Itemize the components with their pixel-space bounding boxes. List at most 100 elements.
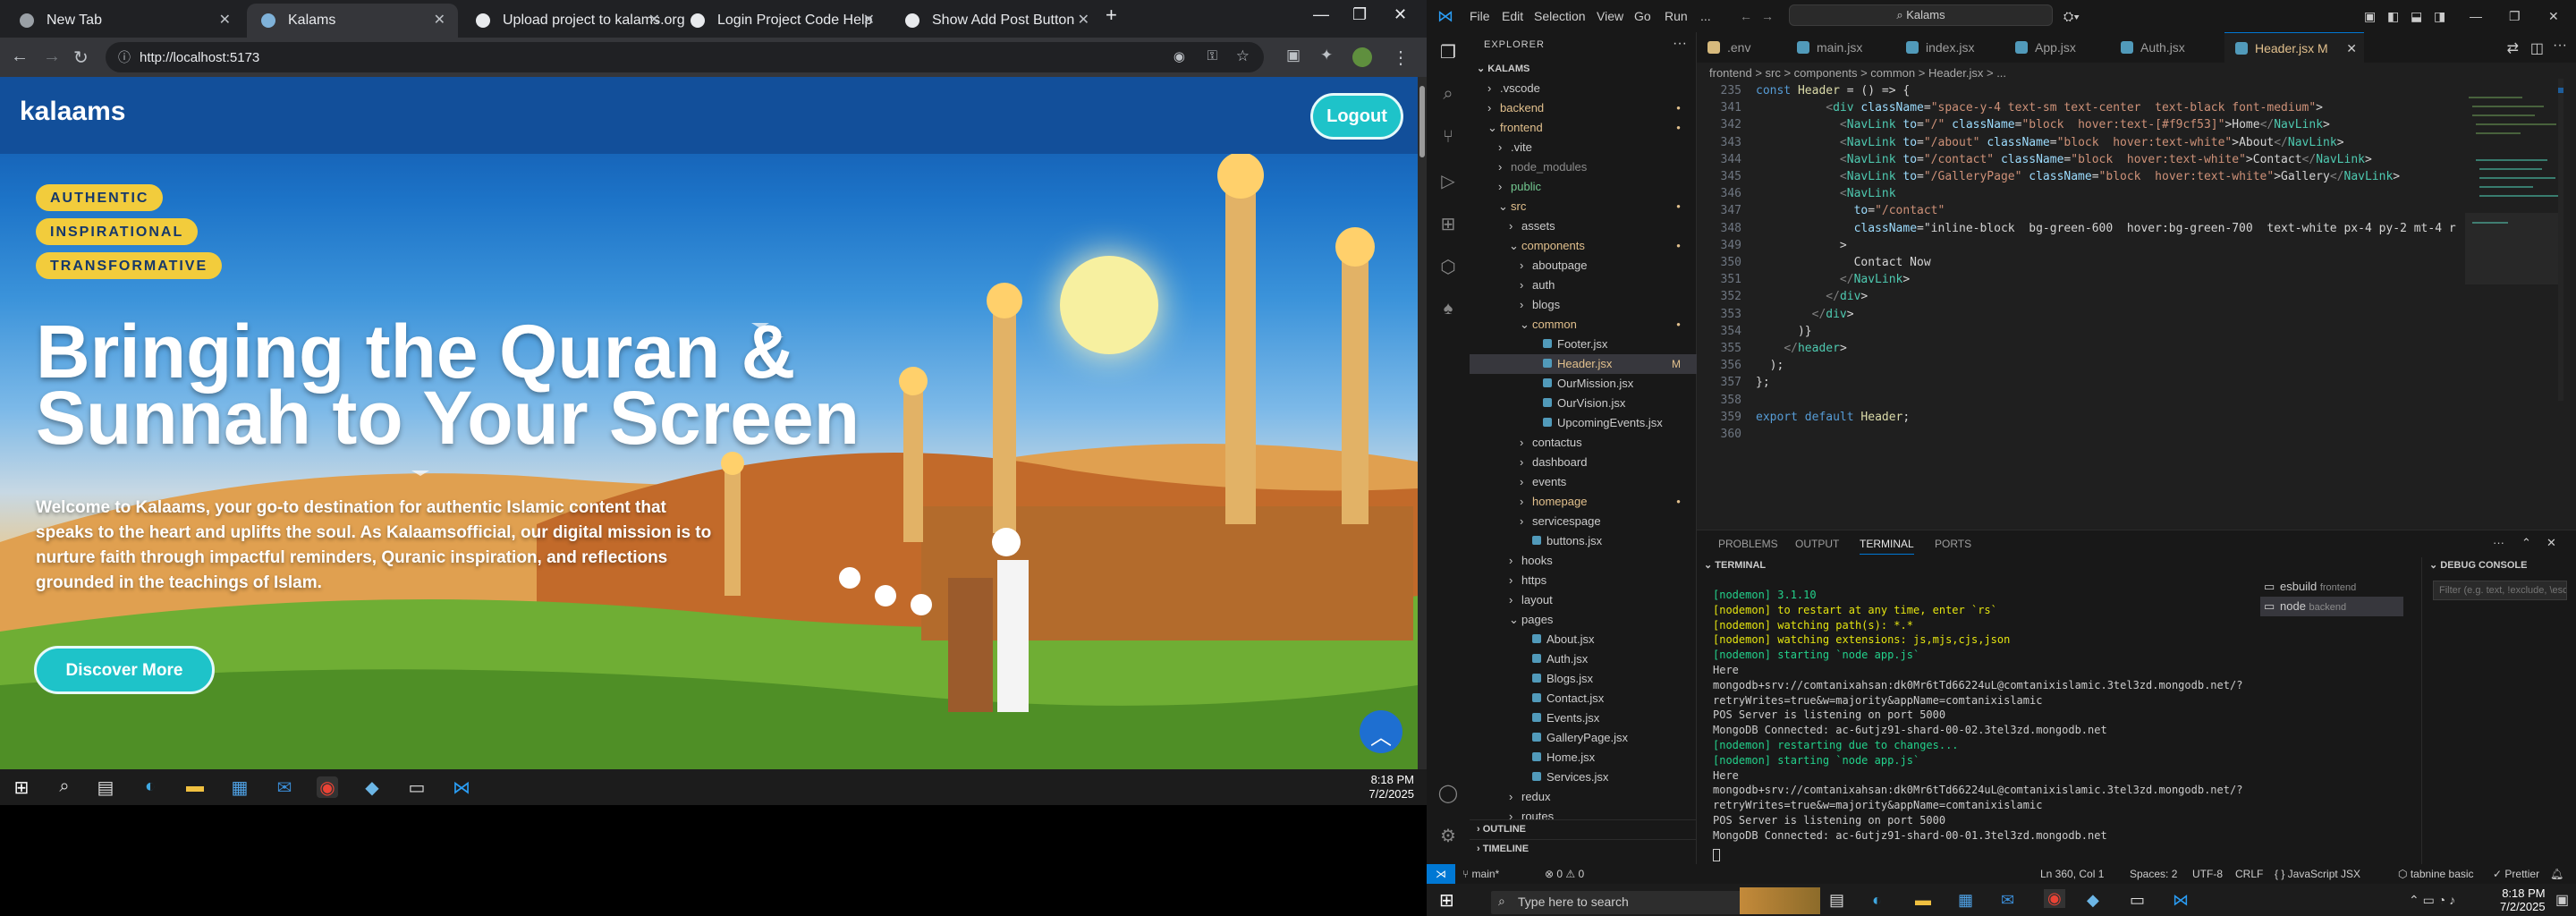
menu-edit[interactable]: Edit	[1502, 9, 1523, 23]
encoding[interactable]: UTF-8	[2192, 864, 2223, 884]
layout-icon[interactable]: ▣	[2364, 9, 2376, 24]
cursor-position[interactable]: Ln 360, Col 1	[2040, 864, 2104, 884]
file-explorer-icon[interactable]: ▬	[1915, 891, 1931, 910]
tree-folder[interactable]: › blogs	[1470, 295, 1697, 315]
menu-run[interactable]: Run	[1665, 9, 1688, 23]
maximize-icon[interactable]: ❐	[2509, 9, 2521, 24]
reload-icon[interactable]: ↻	[73, 47, 89, 69]
indentation[interactable]: Spaces: 2	[2130, 864, 2177, 884]
menu-selection[interactable]: Selection	[1534, 9, 1586, 23]
debug-filter-input[interactable]	[2433, 581, 2567, 600]
tree-folder[interactable]: › public	[1470, 177, 1697, 197]
browser-tab-upload[interactable]: Upload project to kalams.org ✕	[462, 4, 685, 38]
tree-file[interactable]: buttons.jsx	[1470, 531, 1697, 551]
prettier-status[interactable]: ✓ Prettier	[2493, 864, 2539, 884]
editor-tab-main[interactable]: main.jsx	[1786, 32, 1895, 63]
panel-tab-output[interactable]: OUTPUT	[1795, 538, 1839, 550]
back-icon[interactable]: ←	[11, 47, 29, 67]
nav-back-icon[interactable]: ←	[1740, 9, 1752, 23]
terminal-item-node[interactable]: ▭ node backend	[2260, 597, 2403, 616]
command-center-search[interactable]: ⌕ Kalams	[1789, 4, 2053, 26]
nav-forward-icon[interactable]: →	[1761, 9, 1774, 23]
close-tab-icon[interactable]: ✕	[648, 11, 660, 29]
vscode-taskbar-icon[interactable]: ⋈	[451, 776, 472, 798]
profile-avatar[interactable]	[1352, 47, 1372, 67]
vscode-taskbar-icon[interactable]: ⋈	[2173, 891, 2189, 910]
browser-tab-show-add[interactable]: Show Add Post Button ✕	[891, 4, 1102, 38]
terminal-icon[interactable]: ▭	[406, 776, 428, 798]
terminal-icon[interactable]: ▭	[2130, 891, 2145, 910]
source-control-icon[interactable]: ⑂	[1437, 127, 1459, 148]
more-actions-icon[interactable]: ···	[2493, 536, 2504, 549]
menu-more[interactable]: ...	[1700, 9, 1711, 23]
more-actions-icon[interactable]: ···	[1673, 36, 1687, 52]
tree-folder[interactable]: ⌄ common ●	[1470, 315, 1697, 335]
chrome-taskbar-icon[interactable]: ◉	[2044, 889, 2065, 908]
outline-section[interactable]: › OUTLINE	[1470, 819, 1697, 839]
tree-folder[interactable]: › contactus	[1470, 433, 1697, 453]
store-icon[interactable]: ▦	[229, 776, 250, 798]
toggle-secondary-sidebar-icon[interactable]: ◨	[2434, 9, 2445, 24]
tree-folder[interactable]: › assets	[1470, 216, 1697, 236]
tree-file[interactable]: UpcomingEvents.jsx	[1470, 413, 1697, 433]
tree-file[interactable]: Contact.jsx	[1470, 689, 1697, 708]
toggle-sidebar-icon[interactable]: ◧	[2387, 9, 2399, 24]
terminal-item-esbuild[interactable]: ▭ esbuild frontend	[2260, 577, 2403, 597]
close-tab-icon[interactable]: ✕	[1078, 11, 1089, 29]
terminal-output[interactable]: [nodemon] 3.1.10 [nodemon] to restart at …	[1713, 588, 2250, 844]
menu-file[interactable]: File	[1470, 9, 1490, 23]
tree-folder[interactable]: ⌄ pages	[1470, 610, 1697, 630]
tree-file[interactable]: Footer.jsx	[1470, 335, 1697, 354]
location-icon[interactable]: ◉	[1174, 48, 1185, 64]
tree-file[interactable]: OurMission.jsx	[1470, 374, 1697, 394]
mail-icon[interactable]: ✉	[2001, 891, 2014, 910]
accounts-icon[interactable]: ◯	[1437, 782, 1459, 803]
editor-tab-index[interactable]: index.jsx	[1895, 32, 2004, 63]
taskbar-search-box[interactable]: ⌕ Type here to search	[1491, 891, 1741, 914]
bookmark-star-icon[interactable]: ☆	[1236, 47, 1250, 65]
vscode-alt-icon[interactable]: ◆	[2087, 891, 2099, 910]
notification-center-icon[interactable]: ▣	[2555, 891, 2569, 909]
tree-folder[interactable]: › .vscode	[1470, 79, 1697, 98]
minimize-icon[interactable]: —	[1313, 5, 1329, 24]
menu-view[interactable]: View	[1597, 9, 1623, 23]
tray-icons[interactable]: ⌃ ▭ ◔ ♪	[2409, 893, 2455, 908]
taskbar-clock[interactable]: 8:18 PM 7/2/2025	[1368, 773, 1414, 802]
open-changes-icon[interactable]: ⇄	[2507, 39, 2519, 57]
tree-file[interactable]: Header.jsx M	[1470, 354, 1697, 374]
tree-folder[interactable]: › hooks	[1470, 551, 1697, 571]
discover-more-button[interactable]: Discover More	[34, 646, 215, 694]
split-editor-icon[interactable]: ◫	[2530, 39, 2544, 57]
minimap[interactable]	[2465, 79, 2563, 401]
tree-folder[interactable]: › dashboard	[1470, 453, 1697, 472]
maximize-icon[interactable]: ❐	[1352, 5, 1367, 24]
tabnine-status[interactable]: ⬡ tabnine basic	[2398, 864, 2474, 884]
editor-tab-header[interactable]: Header.jsx M ✕	[2224, 32, 2364, 63]
editor-tab-app[interactable]: App.jsx	[2004, 32, 2110, 63]
tree-file[interactable]: Events.jsx	[1470, 708, 1697, 728]
tree-file[interactable]: Blogs.jsx	[1470, 669, 1697, 689]
copilot-icon[interactable]: ⛭▾	[2063, 9, 2080, 24]
minimize-icon[interactable]: —	[2470, 9, 2482, 23]
remote-indicator-icon[interactable]: ⋊	[1427, 864, 1455, 884]
vscode-alt-icon[interactable]: ◆	[361, 776, 383, 798]
address-bar[interactable]: ⓘ http://localhost:5173 ◉ ⚿ ☆	[106, 42, 1264, 72]
task-view-icon[interactable]: ▤	[1829, 891, 1844, 910]
tree-folder[interactable]: ⌄ frontend ●	[1470, 118, 1697, 138]
breadcrumb[interactable]: frontend > src > components > common > H…	[1709, 66, 2006, 80]
tree-file[interactable]: Auth.jsx	[1470, 649, 1697, 669]
search-icon[interactable]: ⌕	[54, 776, 75, 798]
tree-folder[interactable]: › auth	[1470, 276, 1697, 295]
tree-folder[interactable]: ⌄ components ●	[1470, 236, 1697, 256]
close-tab-icon[interactable]: ✕	[434, 11, 445, 29]
close-panel-icon[interactable]: ✕	[2546, 536, 2556, 550]
notifications-bell-icon[interactable]: 🔔︎	[2550, 864, 2563, 884]
panel-tab-terminal[interactable]: TERMINAL	[1860, 538, 1914, 555]
close-window-icon[interactable]: ✕	[2548, 9, 2559, 24]
store-icon[interactable]: ▦	[1958, 891, 1973, 910]
maximize-panel-icon[interactable]: ⌃	[2521, 536, 2531, 550]
tree-file[interactable]: About.jsx	[1470, 630, 1697, 649]
tree-folder[interactable]: › node_modules	[1470, 157, 1697, 177]
tree-file[interactable]: Services.jsx	[1470, 768, 1697, 787]
tree-folder[interactable]: › backend ●	[1470, 98, 1697, 118]
